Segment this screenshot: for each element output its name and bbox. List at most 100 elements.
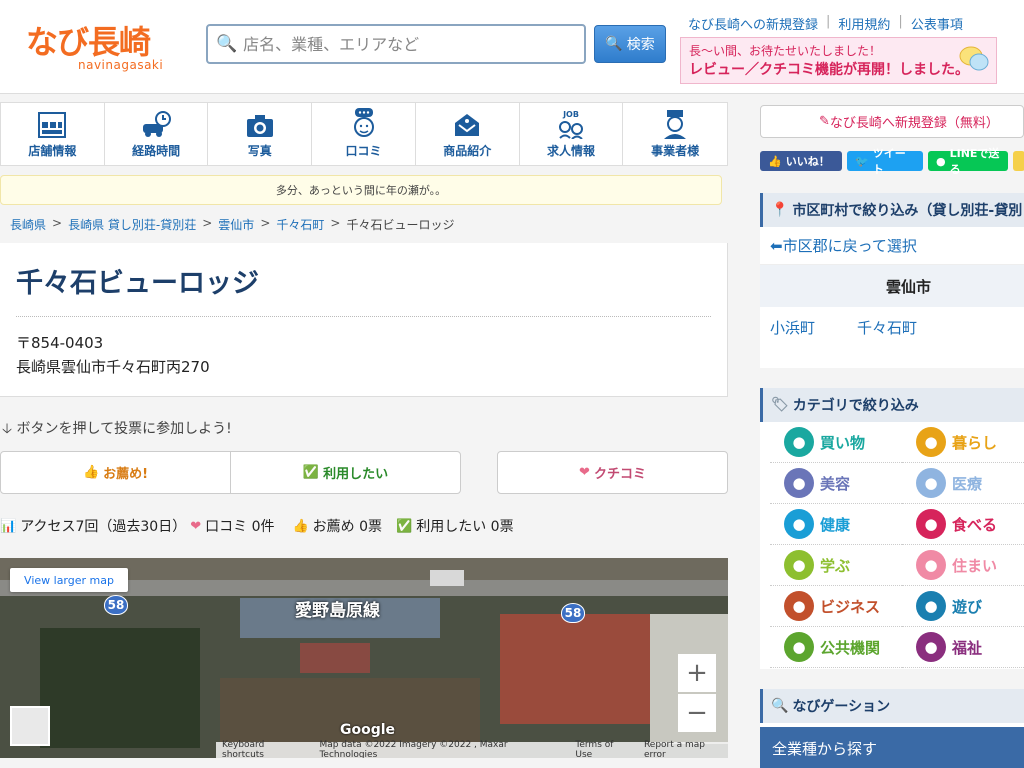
top-links: なび長崎への新規登録 | 利用規約 | 公表事項: [680, 14, 1020, 33]
tab-reviews[interactable]: 口コミ: [312, 103, 416, 165]
site-logo[interactable]: なび長崎 navinagasaki: [26, 24, 176, 78]
tab-jobs[interactable]: JOB 求人情報: [520, 103, 624, 165]
want-use-button[interactable]: ✅ 利用したい: [230, 451, 461, 494]
welfare-icon: ●: [916, 632, 946, 662]
map-data-credit: Map data ©2022 Imagery ©2022 , Maxar Tec…: [319, 740, 508, 758]
google-logo: Google: [340, 722, 396, 738]
town-link[interactable]: 小浜町: [770, 317, 815, 338]
tab-store-info[interactable]: 店舗情報: [1, 103, 105, 165]
sidebar-register-button[interactable]: ✎ なび長崎へ新規登録（無料）: [760, 105, 1024, 138]
building-icon: ●: [784, 591, 814, 621]
tab-label: 求人情報: [546, 144, 595, 158]
recommend-label: お薦め!: [103, 467, 149, 482]
banner-line2: レビュー／クチコミ機能が再開！しました。: [689, 62, 969, 78]
place-card: 千々石ビューロッジ 〒854-0403 長崎県雲仙市千々石町丙270: [0, 243, 728, 397]
breadcrumb-current: 千々石ビューロッジ: [346, 218, 455, 232]
twitter-bird-icon: 🐦: [855, 154, 869, 168]
breadcrumb-item[interactable]: 長崎県: [10, 216, 46, 233]
heart-icon: ❤: [190, 518, 202, 534]
tab-route-time[interactable]: 経路時間: [105, 103, 209, 165]
product-icon: [455, 114, 480, 136]
check-circle-icon: ✅: [302, 465, 320, 480]
facebook-like-button[interactable]: 👍 いいね！: [760, 151, 842, 171]
breadcrumb-item[interactable]: 千々石町: [276, 216, 324, 233]
register-link[interactable]: なび長崎への新規登録: [680, 14, 826, 33]
access-count: アクセス7回（過去30日）: [20, 519, 187, 535]
family-icon: ●: [916, 427, 946, 457]
review-banner[interactable]: 長〜い間、お待たせいたしました！ レビュー／クチコミ機能が再開！しました。: [680, 37, 997, 84]
google-map[interactable]: View larger map 愛野島原線 58 58 + − Google K…: [0, 558, 728, 758]
svg-text:JOB: JOB: [562, 110, 579, 119]
category-filter-heading: 🏷 カテゴリで絞り込み: [760, 388, 1024, 422]
town-list: 小浜町 千々石町: [760, 307, 1024, 347]
kuchikomi-count: 口コミ 0件: [205, 519, 275, 535]
selected-city: 雲仙市: [760, 265, 1024, 307]
search-button-label: 検索: [626, 37, 655, 53]
category-beauty[interactable]: ● 美容: [770, 463, 902, 504]
camera-icon: [246, 115, 273, 137]
report-map-error-link[interactable]: Report a map error: [644, 740, 728, 758]
mail-icon[interactable]: [1013, 151, 1024, 171]
notice-bar: 多分、あっという間に年の瀬が。。: [0, 175, 722, 205]
job-icon: JOB: [558, 110, 583, 139]
keyboard-shortcuts-link[interactable]: Keyboard shortcuts: [222, 740, 307, 758]
area-filter-title: 市区町村で絞り込み（貸し別荘-貸別: [792, 203, 1023, 219]
store-nav: 店舗情報 経路時間 写真 口コミ 商品紹介 JOB 求人情報 事業者様: [0, 102, 728, 166]
zoom-in-button[interactable]: +: [678, 654, 716, 692]
category-food[interactable]: ● 食べる: [902, 504, 1024, 545]
tab-business[interactable]: 事業者様: [623, 103, 727, 165]
category-label: 住まい: [952, 556, 998, 575]
all-categories-link[interactable]: 全業種から探す: [760, 727, 1024, 768]
category-family[interactable]: ● 暮らし: [902, 422, 1024, 463]
tab-products[interactable]: 商品紹介: [416, 103, 520, 165]
line-share-button[interactable]: ● LINEで送る: [928, 147, 1008, 176]
tweet-button[interactable]: 🐦 ツイート: [847, 147, 923, 176]
breadcrumb-item[interactable]: 長崎県 貸し別荘-貸別荘: [68, 216, 196, 233]
kuchikomi-button[interactable]: ❤ クチコミ: [497, 451, 728, 494]
category-label: 福祉: [952, 638, 983, 657]
area-filter-heading: 📍 市区町村で絞り込み（貸し別荘-貸別: [760, 193, 1024, 227]
public-notice-link[interactable]: 公表事項: [903, 14, 971, 33]
category-grid: ● 買い物 ● 暮らし ● 美容 ● 医療 ● 健康 ● 食べる ● 学ぶ ● 住まい ● ビジネス ● 遊び ● 公共機…: [760, 422, 1024, 668]
zoom-out-button[interactable]: −: [678, 694, 716, 732]
breadcrumb-item[interactable]: 雲仙市: [218, 216, 254, 233]
view-larger-map-link[interactable]: View larger map: [10, 568, 128, 592]
category-health[interactable]: ● 健康: [770, 504, 902, 545]
category-medical[interactable]: ● 医療: [902, 463, 1024, 504]
category-label: 暮らし: [952, 433, 998, 452]
category-shopping-bag[interactable]: ● 買い物: [770, 422, 902, 463]
map-pin-icon: 📍: [771, 202, 789, 218]
map-type-toggle[interactable]: [10, 706, 50, 746]
category-play[interactable]: ● 遊び: [902, 586, 1024, 627]
info-icon: [38, 112, 67, 138]
category-public[interactable]: ● 公共機関: [770, 627, 902, 668]
tweet-label: ツイート: [872, 147, 906, 176]
tab-photos[interactable]: 写真: [208, 103, 313, 165]
town-link[interactable]: 千々石町: [857, 317, 917, 338]
category-label: 遊び: [952, 597, 983, 616]
recommend-button[interactable]: 👍 お薦め!: [0, 451, 231, 494]
category-house[interactable]: ● 住まい: [902, 545, 1024, 586]
back-to-district-link[interactable]: ⬅市区郡に戻って選択: [760, 227, 1024, 265]
terms-of-use-link[interactable]: Terms of Use: [575, 740, 632, 758]
search-input[interactable]: [243, 34, 574, 54]
category-building[interactable]: ● ビジネス: [770, 586, 902, 627]
category-filter: 🏷 カテゴリで絞り込み ● 買い物 ● 暮らし ● 美容 ● 医療 ● 健康 ● 食べる ● 学ぶ ● 住まい…: [760, 388, 1024, 669]
stats-row: 📊 アクセス7回（過去30日） ❤ 口コミ 0件 👍 お薦め 0票 ✅ 利用した…: [0, 516, 514, 536]
category-welfare[interactable]: ● 福祉: [902, 627, 1024, 668]
breadcrumb-separator: >: [52, 216, 63, 230]
category-learn[interactable]: ● 学ぶ: [770, 545, 902, 586]
category-label: ビジネス: [820, 597, 881, 616]
thumbs-up-icon: 👍: [82, 465, 100, 480]
tab-label: 写真: [247, 144, 272, 158]
speech-bubble-icon: [959, 46, 989, 71]
like-label: いいね！: [785, 155, 830, 168]
terms-link[interactable]: 利用規約: [830, 14, 898, 33]
house-icon: ●: [916, 550, 946, 580]
thumbs-up-icon: 👍: [292, 518, 309, 534]
address: 長崎県雲仙市千々石町丙270: [16, 358, 210, 376]
search-button[interactable]: 🔍 検索: [594, 25, 666, 63]
category-label: 医療: [952, 474, 983, 493]
check-circle-icon: ✅: [396, 518, 413, 534]
kuchikomi-label: クチコミ: [593, 467, 646, 482]
